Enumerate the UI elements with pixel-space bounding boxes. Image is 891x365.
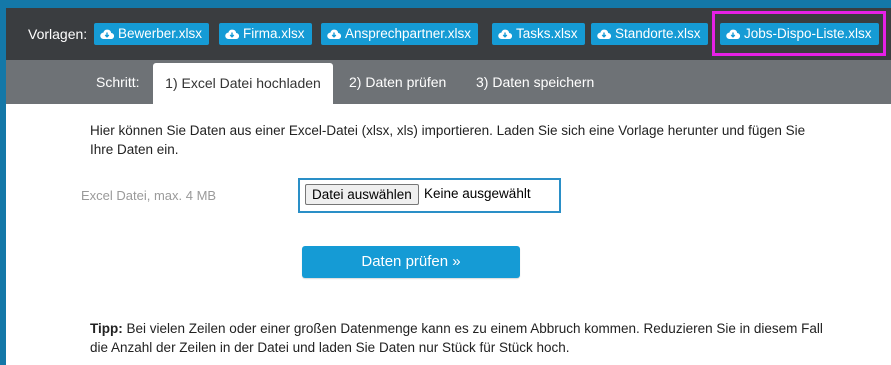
file-status-text: Keine ausgewählt	[424, 186, 531, 201]
steps-bar: Schritt: 1) Excel Datei hochladen 2) Dat…	[6, 60, 891, 104]
intro-text: Hier können Sie Daten aus einer Excel-Da…	[90, 123, 806, 157]
check-data-button[interactable]: Daten prüfen »	[302, 246, 520, 278]
template-button-label: Standorte.xlsx	[615, 26, 701, 41]
templates-bar: Vorlagen: Bewerber.xlsx Firma.xlsx Anspr…	[6, 8, 891, 60]
template-button-label: Tasks.xlsx	[516, 26, 578, 41]
file-field-label: Excel Datei, max. 4 MB	[81, 188, 217, 203]
highlight-marker	[712, 11, 886, 56]
tab-check-data[interactable]: 2) Daten prüfen	[349, 74, 446, 90]
template-button-tasks[interactable]: Tasks.xlsx	[492, 23, 585, 45]
file-input[interactable]: Datei auswählen Keine ausgewählt	[298, 178, 561, 213]
cloud-download-icon	[225, 29, 239, 40]
templates-label: Vorlagen:	[28, 26, 88, 42]
tip-label: Tipp:	[90, 321, 123, 336]
import-page: Vorlagen: Bewerber.xlsx Firma.xlsx Anspr…	[0, 0, 891, 365]
tab-save-data[interactable]: 3) Daten speichern	[476, 74, 594, 90]
steps-label: Schritt:	[96, 74, 140, 90]
template-button-label: Firma.xlsx	[243, 26, 305, 41]
template-button-standorte[interactable]: Standorte.xlsx	[591, 23, 708, 45]
choose-file-button[interactable]: Datei auswählen	[305, 184, 419, 205]
template-button-bewerber[interactable]: Bewerber.xlsx	[94, 23, 210, 45]
cloud-download-icon	[498, 29, 512, 40]
upload-panel: Hier können Sie Daten aus einer Excel-Da…	[6, 104, 891, 365]
tip-body: Bei vielen Zeilen oder einer großen Date…	[90, 321, 823, 355]
template-button-label: Bewerber.xlsx	[118, 26, 203, 41]
cloud-download-icon	[327, 29, 341, 40]
template-button-ansprechpartner[interactable]: Ansprechpartner.xlsx	[321, 23, 479, 45]
cloud-download-icon	[100, 29, 114, 40]
tip-text: Tipp: Bei vielen Zeilen oder einer große…	[90, 319, 830, 357]
template-button-label: Ansprechpartner.xlsx	[345, 26, 472, 41]
tab-upload-excel[interactable]: 1) Excel Datei hochladen	[153, 63, 333, 104]
cloud-download-icon	[597, 29, 611, 40]
template-button-firma[interactable]: Firma.xlsx	[219, 23, 312, 45]
top-accent-strip	[6, 0, 891, 8]
